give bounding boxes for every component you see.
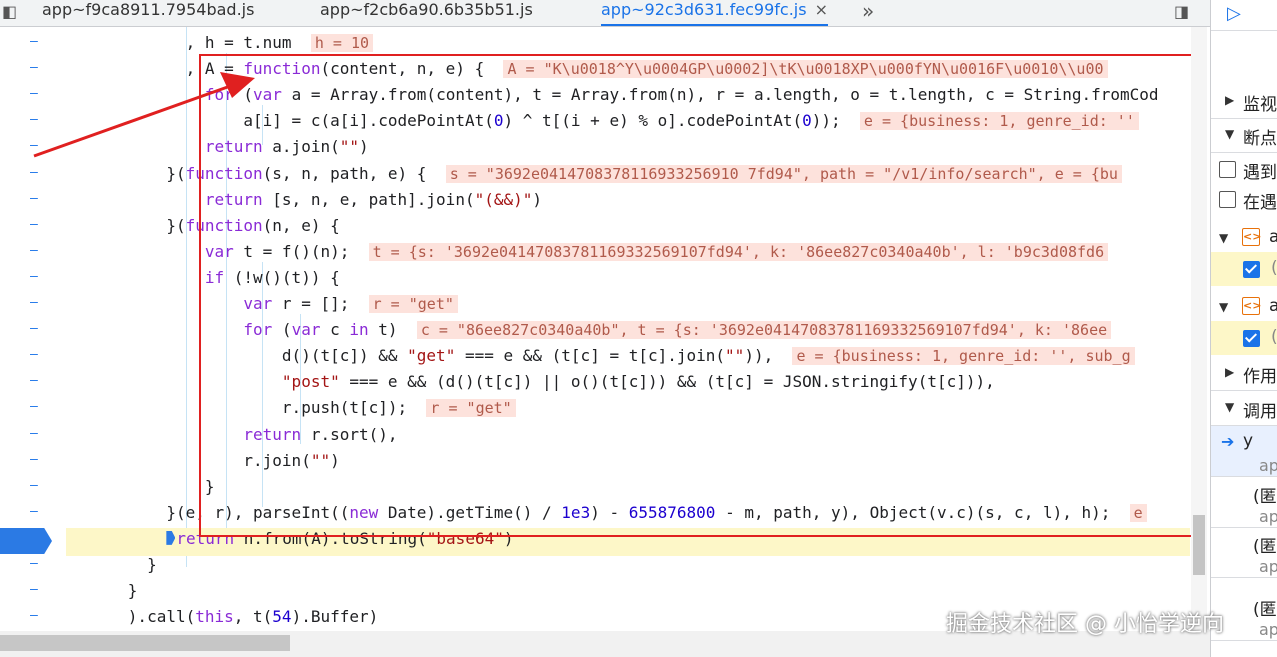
sidebar-section[interactable]: ▶ 监视 [1211,84,1277,118]
close-icon[interactable]: × [815,0,828,19]
section-title: 作用 [1243,367,1277,387]
expand-triangle-icon[interactable]: ▶ [1225,365,1234,379]
gutter-dash[interactable]: – [30,452,38,467]
sidebar-section[interactable]: ▼ 调用 [1211,391,1277,425]
frame-name: (匿 [1253,600,1277,620]
sidebar-file[interactable]: ▼ <> a [1211,222,1277,256]
current-frame-arrow-icon: ➔ [1221,432,1235,451]
section-title: 监视 [1243,95,1277,115]
gutter-dash[interactable]: – [30,399,38,414]
collapse-triangle-icon[interactable]: ▼ [1219,300,1228,314]
gutter-dash[interactable]: – [30,295,38,310]
sidebar-frame[interactable]: ➔ y ap [1211,426,1277,476]
breakpoint-checkbox[interactable] [1243,330,1260,347]
gutter-dash[interactable]: – [30,373,38,388]
frame-name: y [1243,431,1254,451]
section-title: 调用 [1243,402,1277,422]
frame-name: (匿 [1253,537,1277,557]
expand-triangle-icon[interactable]: ▶ [1225,93,1234,107]
gutter-dash[interactable]: – [30,347,38,362]
sidebar-checked-item[interactable]: ( [1211,321,1277,355]
gutter-dash[interactable]: – [30,269,38,284]
collapse-triangle-icon[interactable]: ▼ [1219,231,1228,245]
debugger-sidebar: ▷ ▶监视▼断点遇到在遇▼<>a(▼<>a(▶作用▼调用➔yap(匿ap(匿ap… [1210,0,1277,657]
sidebar-checkbox[interactable]: 遇到 [1211,152,1277,186]
code-text: } [127,581,138,601]
file-icon: <> [1242,297,1261,315]
sidebar-checkbox[interactable]: 在遇 [1211,182,1277,216]
code-line: } [70,578,138,604]
sidebar-file[interactable]: ▼ <> a [1211,291,1277,325]
annotation-highlight-box [199,54,1196,537]
gutter-dash[interactable]: – [30,426,38,441]
sidebar-checked-item[interactable]: ( [1211,252,1277,286]
frame-location: ap [1259,620,1277,639]
more-tabs-icon[interactable]: » [862,0,874,23]
frame-location: ap [1259,456,1277,475]
code-text: } [147,555,157,574]
file-name: a [1269,227,1277,247]
collapse-triangle-icon[interactable]: ▼ [1225,127,1234,141]
vertical-scroll-thumb[interactable] [1193,515,1205,575]
breakpoint-marker[interactable] [0,528,52,554]
collapse-triangle-icon[interactable]: ▼ [1225,400,1234,414]
frame-name: (匿 [1253,487,1277,507]
inline-value-preview: h = 10 [310,34,374,52]
sidebar-frame[interactable]: (匿 ap [1211,527,1277,577]
sidebar-section[interactable]: ▼ 断点 [1211,118,1277,152]
code-line: ).call(this, t(54).Buffer) [70,604,378,630]
code-line: } [70,474,215,500]
annotation-arrow [33,72,255,158]
gutter-dash[interactable]: – [30,191,38,206]
section-title: 断点 [1243,129,1277,149]
horizontal-scroll-thumb[interactable] [0,635,290,651]
sidebar-frame[interactable]: (匿 ap [1211,477,1277,527]
gutter-dash[interactable]: – [30,504,38,519]
gutter-dash[interactable]: – [30,556,38,571]
sidebar-section[interactable]: ▶ 作用 [1211,356,1277,390]
breakpoint-label: ( [1271,258,1277,278]
checkbox-label: 在遇 [1243,193,1277,213]
gutter-dash[interactable]: – [30,321,38,336]
checkbox[interactable] [1219,161,1236,178]
checkbox[interactable] [1219,191,1236,208]
toggle-debugger-icon[interactable]: ◨ [1174,2,1189,21]
gutter-dash[interactable]: – [30,217,38,232]
breakpoint-checkbox[interactable] [1243,261,1260,278]
gutter-dash[interactable]: – [30,608,38,623]
breakpoint-label: ( [1271,327,1277,347]
tab-file-3[interactable]: app~92c3d631.fec99fc.js × [601,0,828,26]
tab-file-2[interactable]: app~f2cb6a90.6b35b51.js [320,0,533,26]
watermark: 掘金技术社区 @ 小怡学逆向 [946,612,1224,637]
checkbox-label: 遇到 [1243,163,1277,183]
code-text: ).call(this, t(54).Buffer) [127,607,379,627]
gutter-dash[interactable]: – [30,478,38,493]
frame-location: ap [1259,507,1277,526]
code-line: } [70,552,157,578]
file-name: a [1269,296,1277,316]
file-icon: <> [1242,228,1261,246]
frame-location: ap [1259,557,1277,576]
gutter-dash[interactable]: – [30,582,38,597]
gutter-dash[interactable]: – [30,243,38,258]
resume-icon[interactable]: ▷ [1227,3,1241,24]
